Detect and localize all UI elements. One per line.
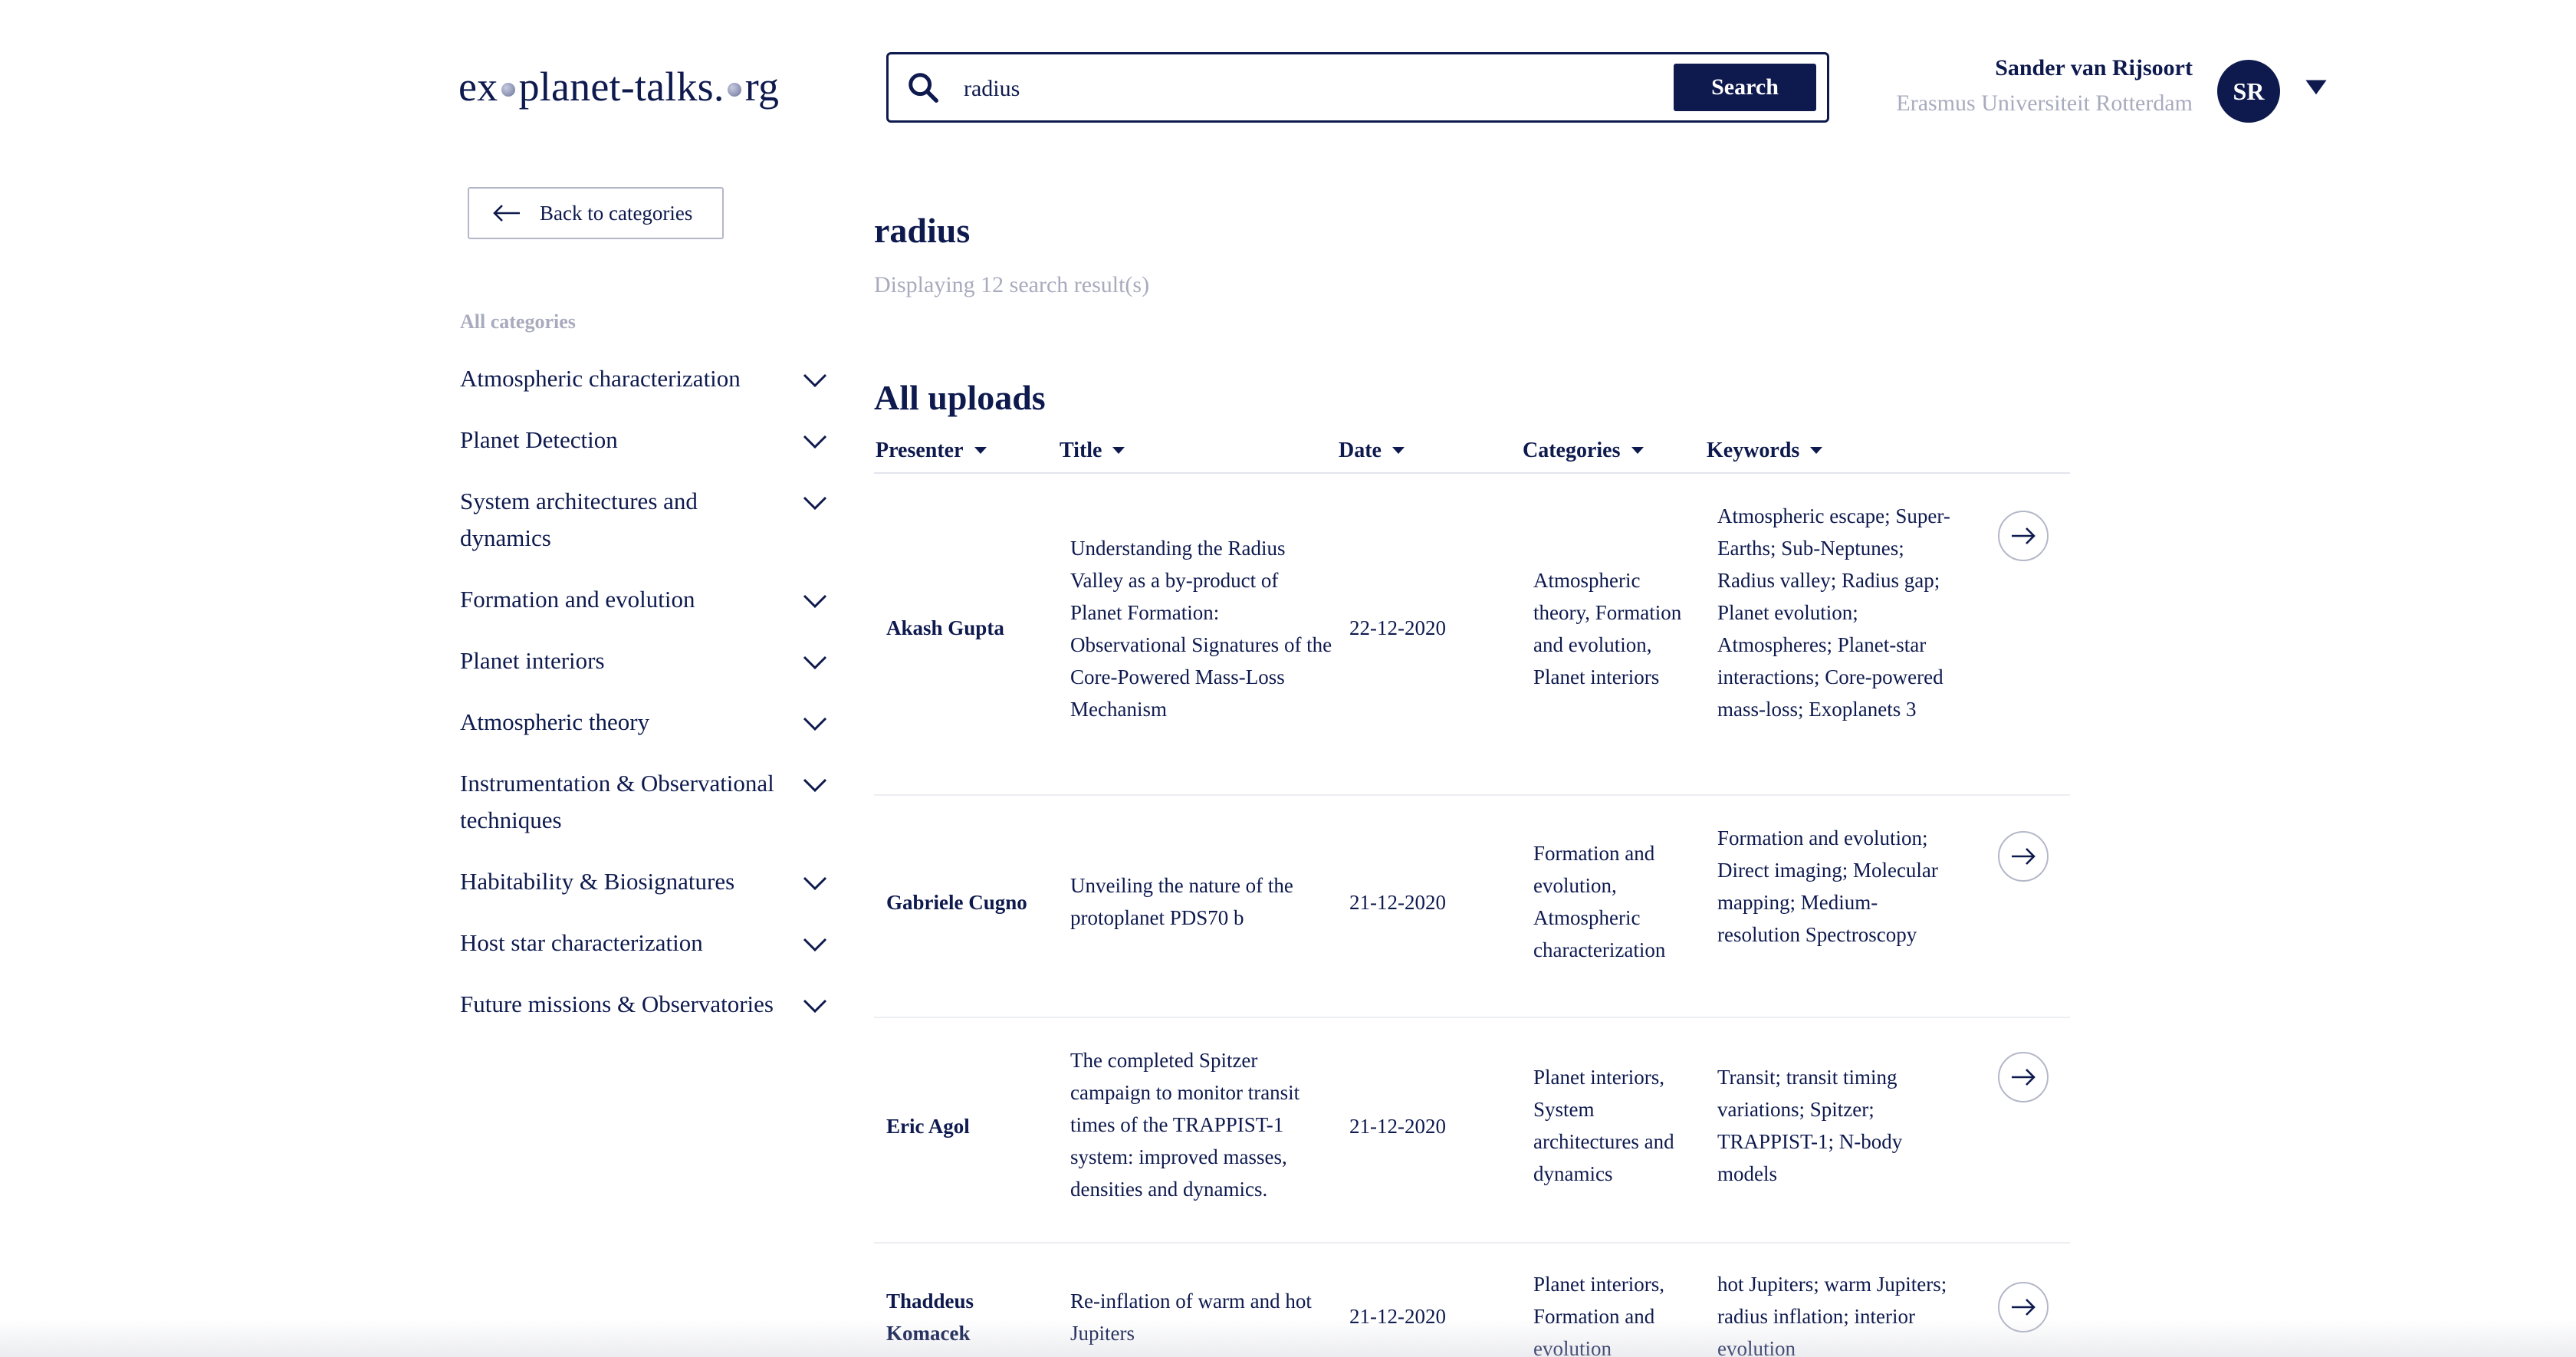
- category-item[interactable]: Atmospheric characterization: [460, 360, 828, 397]
- sort-date[interactable]: Date: [1339, 439, 1405, 463]
- category-item[interactable]: Planet interiors: [460, 642, 828, 679]
- category-item[interactable]: Atmospheric theory: [460, 704, 828, 741]
- arrow-right-icon: [2012, 848, 2036, 865]
- talk-date: 22-12-2020: [1349, 616, 1446, 639]
- categories-heading: All categories: [460, 310, 576, 333]
- caret-down-icon: [1631, 447, 1644, 455]
- talk-keywords: hot Jupiters; warm Jupiters; radius infl…: [1717, 1273, 1947, 1357]
- chevron-down-icon[interactable]: [802, 935, 828, 954]
- caret-down-icon: [1112, 447, 1125, 455]
- sort-presenter[interactable]: Presenter: [876, 439, 987, 463]
- talk-date: 21-12-2020: [1349, 891, 1446, 914]
- talk-keywords: Formation and evolution; Direct imaging;…: [1717, 826, 1938, 946]
- search-button[interactable]: Search: [1674, 64, 1816, 111]
- talk-categories: Planet interiors, System architectures a…: [1533, 1066, 1674, 1185]
- category-item[interactable]: Habitability & Biosignatures: [460, 863, 828, 900]
- planet-dot-icon: o: [498, 63, 518, 110]
- back-to-categories-button[interactable]: Back to categories: [468, 187, 724, 239]
- arrow-right-icon: [2012, 527, 2036, 544]
- avatar[interactable]: SR: [2217, 60, 2280, 123]
- chevron-down-icon[interactable]: [802, 371, 828, 389]
- talk-categories: Atmospheric theory, Formation and evolut…: [1533, 569, 1682, 688]
- back-button-label: Back to categories: [540, 201, 693, 225]
- chevron-down-icon[interactable]: [802, 715, 828, 733]
- talk-title[interactable]: The completed Spitzer campaign to monito…: [1070, 1044, 1334, 1205]
- category-item[interactable]: Future missions & Observatories: [460, 986, 828, 1023]
- site-logo[interactable]: exoplanet-talks.org: [458, 63, 779, 110]
- open-talk-button[interactable]: [1998, 831, 2049, 882]
- talk-categories: Planet interiors, Formation and evolutio…: [1533, 1273, 1664, 1357]
- open-talk-button[interactable]: [1998, 1052, 2049, 1102]
- presenter-name[interactable]: Akash Gupta: [886, 612, 1063, 644]
- category-item[interactable]: Planet Detection: [460, 422, 828, 458]
- sort-title[interactable]: Title: [1060, 439, 1125, 463]
- talk-date: 21-12-2020: [1349, 1115, 1446, 1138]
- category-list: Atmospheric characterization Planet Dete…: [460, 360, 828, 1047]
- category-item[interactable]: Formation and evolution: [460, 581, 828, 618]
- chevron-down-icon[interactable]: [802, 653, 828, 672]
- user-name: Sander van Rijsoort: [1995, 55, 2193, 80]
- results-count: Displaying 12 search result(s): [874, 272, 1150, 297]
- chevron-down-icon[interactable]: [802, 592, 828, 610]
- arrow-right-icon: [2012, 1299, 2036, 1316]
- search-icon: [909, 73, 938, 103]
- chevron-down-icon[interactable]: [802, 776, 828, 794]
- chevron-down-icon[interactable]: [802, 494, 828, 512]
- user-organization: Erasmus Universiteit Rotterdam: [1896, 90, 2193, 116]
- planet-dot-icon: o: [724, 63, 745, 110]
- talk-title[interactable]: Unveiling the nature of the protoplanet …: [1070, 869, 1334, 934]
- arrow-right-icon: [2012, 1069, 2036, 1086]
- talk-categories: Formation and evolution, Atmospheric cha…: [1533, 842, 1666, 961]
- search-bar: Search: [886, 52, 1829, 123]
- talk-keywords: Transit; transit timing variations; Spit…: [1717, 1066, 1903, 1185]
- chevron-down-icon[interactable]: [802, 432, 828, 451]
- talk-date: 21-12-2020: [1349, 1305, 1446, 1328]
- talk-title[interactable]: Understanding the Radius Valley as a by-…: [1070, 532, 1334, 725]
- arrow-left-icon: [493, 205, 520, 222]
- table-header: Presenter Title Date Categories Keywords: [874, 435, 2070, 474]
- caret-down-icon: [974, 447, 987, 455]
- search-query-title: radius: [874, 211, 971, 250]
- chevron-down-icon[interactable]: [802, 874, 828, 892]
- category-item[interactable]: Host star characterization: [460, 925, 828, 961]
- sort-categories[interactable]: Categories: [1523, 439, 1644, 463]
- open-talk-button[interactable]: [1998, 1282, 2049, 1332]
- sort-keywords[interactable]: Keywords: [1707, 439, 1823, 463]
- table-row: Gabriele Cugno Unveiling the nature of t…: [874, 794, 2070, 1018]
- category-item[interactable]: System architectures and dynamics: [460, 483, 828, 557]
- table-row: Eric Agol The completed Spitzer campaign…: [874, 1017, 2070, 1244]
- presenter-name[interactable]: Thaddeus Komacek: [886, 1285, 1001, 1349]
- search-input[interactable]: [962, 68, 1625, 110]
- caret-down-icon: [1392, 447, 1405, 455]
- chevron-down-icon[interactable]: [802, 997, 828, 1015]
- presenter-name[interactable]: Gabriele Cugno: [886, 886, 1063, 918]
- table-row: Thaddeus Komacek Re-inflation of warm an…: [874, 1242, 2070, 1357]
- caret-down-icon: [1810, 447, 1823, 455]
- uploads-heading: All uploads: [874, 378, 1046, 417]
- talk-keywords: Atmospheric escape; Super-Earths; Sub-Ne…: [1717, 504, 1950, 721]
- category-item[interactable]: Instrumentation & Observational techniqu…: [460, 765, 828, 839]
- talk-title[interactable]: Re-inflation of warm and hot Jupiters: [1070, 1285, 1334, 1349]
- presenter-name[interactable]: Eric Agol: [886, 1110, 1063, 1142]
- caret-down-icon[interactable]: [2303, 74, 2329, 100]
- table-row: Akash Gupta Understanding the Radius Val…: [874, 474, 2070, 796]
- open-talk-button[interactable]: [1998, 511, 2049, 561]
